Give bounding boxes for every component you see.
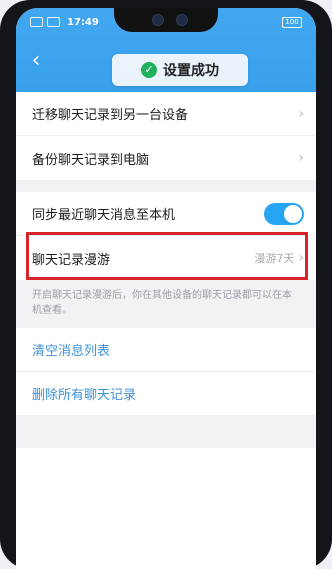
- roaming-row[interactable]: 聊天记录漫游 漫游7天 ›: [16, 232, 316, 280]
- sync-toggle[interactable]: [264, 202, 304, 225]
- chevron-right-icon: ›: [298, 250, 304, 266]
- roaming-hint: 开启聊天记录漫游后，你在其他设备的聊天记录都可以在本机查看。: [32, 290, 292, 316]
- backup-to-pc-row[interactable]: 备份聊天记录到电脑 ›: [16, 136, 316, 180]
- toast-text: 设置成功: [163, 63, 219, 79]
- sync-recent-label: 同步最近聊天消息至本机: [32, 208, 176, 223]
- migrate-records-row[interactable]: 迁移聊天记录到另一台设备 ›: [16, 92, 316, 136]
- chevron-right-icon: ›: [298, 150, 304, 166]
- status-bar-left: 17:49: [30, 14, 99, 30]
- success-toast: ✓ 设置成功: [112, 54, 248, 86]
- roaming-label: 聊天记录漫游: [32, 252, 111, 268]
- wifi-icon: [47, 17, 60, 27]
- check-circle-icon: ✓: [141, 62, 157, 78]
- front-camera-icon: [176, 14, 188, 26]
- sync-group: 同步最近聊天消息至本机 聊天记录漫游 漫游7天 ›: [16, 192, 316, 280]
- screen: 17:49 100 ‹ 聊天记录设置 ✓ 设置成功 迁移聊天记录到另一台设备 ›…: [16, 8, 316, 569]
- delete-all-records-row[interactable]: 删除所有聊天记录: [16, 372, 316, 416]
- clear-message-list-label: 清空消息列表: [32, 344, 111, 359]
- roaming-value-wrap: 漫游7天 ›: [254, 250, 304, 266]
- toggle-knob: [284, 204, 302, 223]
- notch: [114, 8, 218, 32]
- empty-area: [16, 448, 316, 569]
- sim-icon: [30, 17, 43, 27]
- roaming-value: 漫游7天: [254, 252, 295, 265]
- delete-all-records-label: 删除所有聊天记录: [32, 388, 137, 403]
- sync-recent-row: 同步最近聊天消息至本机: [16, 192, 316, 236]
- status-bar-right: 100: [282, 14, 302, 30]
- migrate-records-label: 迁移聊天记录到另一台设备: [32, 108, 189, 123]
- chevron-right-icon: ›: [298, 105, 304, 122]
- status-time: 17:49: [67, 16, 99, 28]
- battery-icon: 100: [282, 16, 302, 28]
- clear-message-list-row[interactable]: 清空消息列表: [16, 328, 316, 372]
- transfer-group: 迁移聊天记录到另一台设备 › 备份聊天记录到电脑 ›: [16, 92, 316, 180]
- backup-to-pc-label: 备份聊天记录到电脑: [32, 152, 150, 168]
- front-camera-icon: [152, 14, 164, 26]
- settings-list: 迁移聊天记录到另一台设备 › 备份聊天记录到电脑 › 同步最近聊天消息至本机 聊…: [16, 92, 316, 416]
